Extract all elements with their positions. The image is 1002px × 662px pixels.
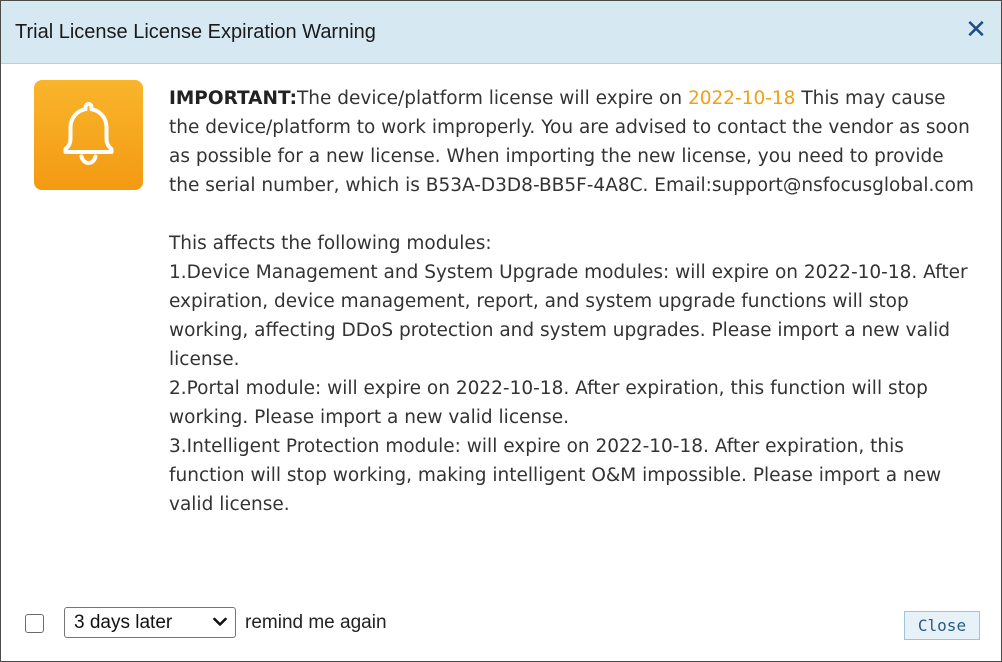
expire-date: 2022-10-18 <box>687 88 796 109</box>
module-item-1: 1.Device Management and System Upgrade m… <box>169 262 968 370</box>
chevron-down-icon <box>213 617 227 626</box>
dialog-titlebar: Trial License License Expiration Warning… <box>1 1 1001 64</box>
close-button[interactable]: Close <box>904 611 980 640</box>
dialog-title: Trial License License Expiration Warning <box>15 21 376 43</box>
intro-before-date: The device/platform license will expire … <box>296 88 688 109</box>
bell-icon-graphic <box>63 102 114 166</box>
license-intro: IMPORTANT:The device/platform license wi… <box>169 84 979 200</box>
important-label: IMPORTANT: <box>169 88 297 109</box>
close-icon[interactable]: ✕ <box>961 14 991 46</box>
bell-icon <box>34 80 143 190</box>
remind-checkbox[interactable] <box>25 614 44 633</box>
module-item-3: 3.Intelligent Protection module: will ex… <box>169 436 942 515</box>
remind-interval-select[interactable]: 3 days later <box>64 607 236 638</box>
module-item-2: 2.Portal module: will expire on 2022-10-… <box>169 378 928 428</box>
remind-label: remind me again <box>245 612 387 633</box>
license-message: IMPORTANT:The device/platform license wi… <box>169 84 979 519</box>
modules-heading: This affects the following modules: <box>169 233 492 254</box>
remind-interval-value: 3 days later <box>74 612 173 633</box>
license-warning-dialog: Trial License License Expiration Warning… <box>0 0 1002 662</box>
